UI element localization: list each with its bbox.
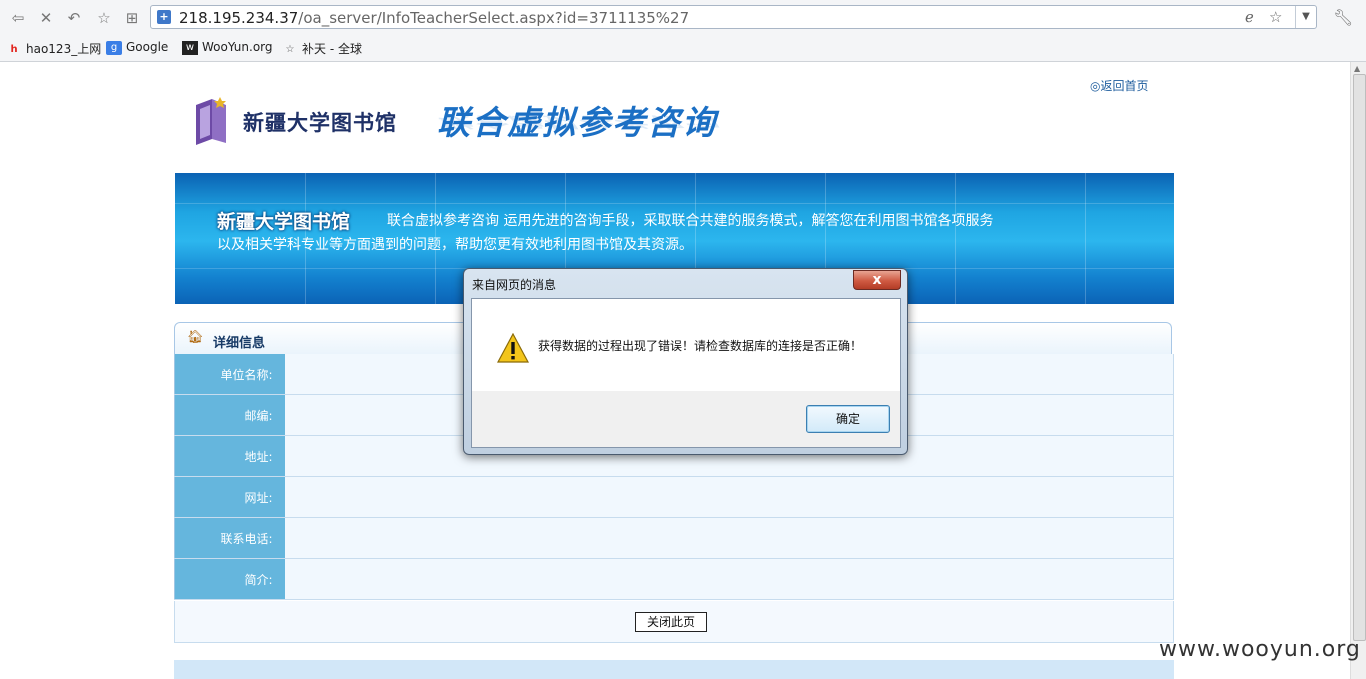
field-label: 邮编: (174, 394, 285, 436)
browser-toolbar: ⇦ ✕ ↶ ☆ ⊞ + 218.195.234.37/oa_server/Inf… (0, 0, 1366, 37)
service-title-reflection: 联合虚拟参考咨询 (437, 113, 717, 131)
google-icon: g (106, 40, 122, 55)
field-label: 简介: (174, 558, 285, 600)
field-label: 单位名称: (174, 354, 285, 395)
undo-icon[interactable]: ↶ (64, 8, 84, 28)
close-row: 关闭此页 (174, 601, 1174, 643)
bookmark-google[interactable]: g Google (106, 40, 168, 58)
bookmark-butian[interactable]: ☆ 补天 - 全球 (282, 40, 362, 58)
bookmark-label: hao123_上网 (26, 42, 102, 56)
library-name: 新疆大学图书馆 (243, 110, 397, 135)
dialog-close-button[interactable]: x (853, 270, 901, 290)
bookmark-label: 补天 - 全球 (302, 42, 362, 56)
library-logo-icon (196, 97, 226, 145)
alert-dialog: 来自网页的消息 x 获得数据的过程出现了错误！请检查数据库的连接是否正确！ 确定 (463, 268, 908, 455)
field-value (284, 476, 1174, 518)
field-label: 地址: (174, 435, 285, 477)
home-icon: 🏠︎ (187, 330, 204, 345)
bookmark-label: Google (126, 40, 169, 54)
table-row: 网址: (174, 476, 1174, 518)
back-home-link[interactable]: ◎返回首页 (1090, 77, 1148, 94)
banner-description: 联合虚拟参考咨询 运用先进的咨询手段，采取联合共建的服务模式，解答您在利用图书馆… (217, 209, 1097, 257)
bookmark-wooyun[interactable]: w WooYun.org (182, 40, 273, 58)
back-arrow-icon[interactable]: ⇦ (8, 8, 28, 28)
watermark: www.wooyun.org (1159, 637, 1361, 662)
warning-icon (497, 333, 529, 363)
wrench-icon[interactable]: 🔧︎ (1333, 8, 1353, 27)
wooyun-icon: w (182, 40, 198, 55)
footer-band (174, 660, 1174, 679)
url-text[interactable]: 218.195.234.37/oa_server/InfoTeacherSele… (179, 9, 689, 27)
butian-icon: ☆ (285, 43, 295, 55)
field-label: 网址: (174, 476, 285, 518)
favorite-star-icon[interactable]: ☆ (1269, 8, 1282, 26)
field-value (284, 558, 1174, 600)
close-page-button[interactable]: 关闭此页 (635, 612, 707, 632)
dialog-message: 获得数据的过程出现了错误！请检查数据库的连接是否正确！ (538, 339, 863, 353)
vertical-scrollbar[interactable]: ▲ (1350, 62, 1366, 679)
star-icon[interactable]: ☆ (94, 8, 114, 28)
hao123-icon: h (10, 43, 18, 55)
scroll-thumb[interactable] (1353, 74, 1366, 641)
stop-icon[interactable]: ✕ (36, 8, 56, 28)
grid-icon[interactable]: ⊞ (122, 8, 142, 28)
dialog-body: 获得数据的过程出现了错误！请检查数据库的连接是否正确！ 确定 (471, 298, 901, 448)
security-shield-icon: + (157, 10, 171, 24)
field-label: 联系电话: (174, 517, 285, 559)
table-row: 联系电话: (174, 517, 1174, 559)
detail-title: 详细信息 (213, 336, 266, 351)
banner-line-1: 联合虚拟参考咨询 运用先进的咨询手段，采取联合共建的服务模式，解答您在利用图书馆… (387, 213, 994, 229)
url-host: 218.195.234.37 (179, 9, 299, 27)
dialog-title: 来自网页的消息 (472, 278, 557, 292)
table-row: 简介: (174, 558, 1174, 600)
dialog-message-area: 获得数据的过程出现了错误！请检查数据库的连接是否正确！ (472, 299, 900, 391)
ie-mode-icon[interactable]: ℯ (1245, 8, 1254, 26)
url-path: /oa_server/InfoTeacherSelect.aspx?id=371… (298, 9, 690, 27)
chevron-down-icon[interactable]: ▼ (1295, 6, 1316, 28)
bookmarks-bar: h hao123_上网 g Google w WooYun.org ☆ 补天 - 全球 (0, 36, 1366, 62)
banner-line-2: 以及相关学科专业等方面遇到的问题，帮助您更有效地利用图书馆及其资源。 (217, 237, 693, 253)
bookmark-label: WooYun.org (202, 40, 273, 54)
ok-button[interactable]: 确定 (806, 405, 890, 433)
scroll-up-icon[interactable]: ▲ (1354, 64, 1360, 73)
bookmark-hao123[interactable]: h hao123_上网 (6, 40, 101, 58)
address-bar[interactable]: + 218.195.234.37/oa_server/InfoTeacherSe… (150, 5, 1317, 29)
field-value (284, 517, 1174, 559)
